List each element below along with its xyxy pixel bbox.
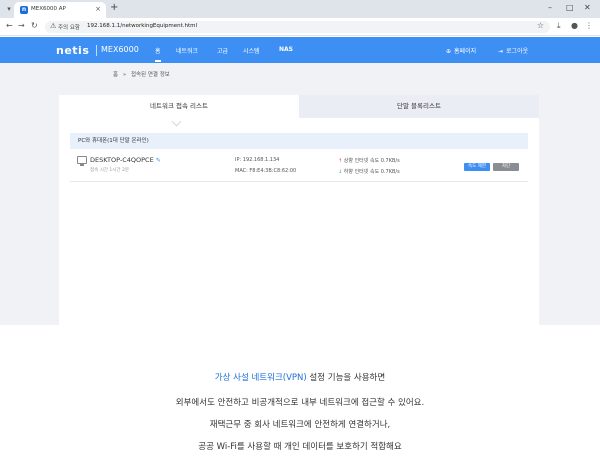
more-menu-icon[interactable]: ⋮ [585,21,593,30]
upload-speed-text: 상향 인터넷 속도 0.7KB/s [343,158,400,164]
device-name-text: DESKTOP-C4QOPCE [90,156,154,164]
back-icon[interactable]: ← [6,21,13,30]
tab-connected-list[interactable]: 네트워크 접속 리스트 [59,95,299,118]
browser-tab[interactable]: n MEX6000 AP × [14,2,106,18]
arrow-down-icon: ↓ [338,169,343,175]
browser-tab-title: MEX6000 AP [31,6,66,12]
breadcrumb-current: 접속된 연결 정보 [130,72,170,78]
tab-blocklist[interactable]: 단말 블록리스트 [299,95,539,118]
netis-logo: netis [56,44,90,57]
device-row: DESKTOP-C4QOPCE ✎ 접속 시간 1시간 2분 IP: 192.16… [70,152,528,182]
logo-divider [96,45,97,56]
logout-icon: ⇥ [498,48,504,55]
netis-favicon-icon: n [20,6,28,14]
download-speed: ↓ 하향 인터넷 속도 0.7KB/s [338,168,400,175]
download-speed-text: 하향 인터넷 속도 0.7KB/s [343,169,400,175]
security-label[interactable]: 주의 요함 [58,23,80,31]
url-input[interactable]: ⚠ 주의 요함 192.168.1.1/networkingEquipment.… [45,21,550,33]
new-tab-icon[interactable]: + [110,2,118,13]
device-ip: IP: 192.168.1.134 [235,157,280,163]
main-panel [59,95,539,325]
device-connect-time: 접속 시간 1시간 2분 [90,168,129,173]
arrow-up-icon: ↑ [338,158,343,164]
caption-line-1-rest: 설정 기능을 사용하면 [306,373,386,383]
window-close-button[interactable]: ✕ [584,3,591,12]
reload-icon[interactable]: ↻ [31,21,38,30]
caption-line-3: 재택근무 중 회사 네트워크에 안전하게 연결하거나, [209,420,391,430]
tab-list-menu-icon[interactable]: ▾ [4,4,14,14]
homepage-label: 홈페이지 [454,48,477,55]
url-text[interactable]: 192.168.1.1/networkingEquipment.html [87,23,197,29]
device-name: DESKTOP-C4QOPCE ✎ [90,156,161,164]
caption-line-4: 공공 Wi-Fi를 사용할 때 개인 데이터를 보호하기 적합해요 [198,442,402,452]
logout-label: 로그아웃 [506,48,529,55]
homepage-link[interactable]: ⊕ 홈페이지 [446,46,476,55]
profile-icon[interactable]: ● [571,21,578,30]
browser-tab-bar: ▾ n MEX6000 AP × + – □ ✕ [0,0,600,18]
device-group-header: PC와 휴대폰(1대 단말 온라인) [70,133,528,149]
pc-icon [77,156,87,164]
nav-advanced[interactable]: 고급 [217,46,228,55]
globe-icon: ⊕ [446,48,452,55]
breadcrumb: 홈 » 접속된 연결 정보 [113,70,170,78]
window-maximize-button[interactable]: □ [566,3,574,12]
address-bar-row: ← → ↻ ⚠ 주의 요함 192.168.1.1/networkingEqui… [0,18,600,36]
block-button[interactable]: 차단 [493,163,519,171]
window-minimize-button[interactable]: – [548,3,552,12]
caption-line-2: 외부에서도 안전하고 비공개적으로 내부 네트워크에 접근할 수 있어요. [175,398,425,408]
nav-nas[interactable]: NAS [279,46,293,53]
device-mac: MAC: F8:E4:3B:C8:62:00 [235,168,297,174]
speed-limit-button[interactable]: 속도 제한 [464,163,490,171]
bookmark-star-icon[interactable]: ☆ [537,21,544,30]
upload-speed: ↑ 상향 인터넷 속도 0.7KB/s [338,157,400,164]
breadcrumb-separator: » [122,72,127,78]
model-name: MEX6000 [101,45,139,54]
breadcrumb-home[interactable]: 홈 [113,72,118,78]
tab-close-icon[interactable]: × [95,5,101,13]
download-icon[interactable]: ⤓ [557,21,561,31]
nav-network[interactable]: 네트워크 [176,46,198,55]
caption-highlight: 가상 사설 네트워크(VPN) [214,373,307,383]
nav-system[interactable]: 시스템 [243,46,260,55]
pc-stand [80,164,84,166]
app-header: netis MEX6000 홈 네트워크 고급 시스템 NAS ⊕ 홈페이지 ⇥ 로… [0,37,600,63]
caption-line-1: 가상 사설 네트워크(VPN) 설정 기능을 사용하면 [0,371,600,383]
logout-link[interactable]: ⇥ 로그아웃 [498,46,528,55]
nav-home[interactable]: 홈 [155,46,161,62]
warning-icon[interactable]: ⚠ [50,22,56,30]
forward-icon[interactable]: → [18,21,25,30]
edit-icon[interactable]: ✎ [156,157,161,164]
